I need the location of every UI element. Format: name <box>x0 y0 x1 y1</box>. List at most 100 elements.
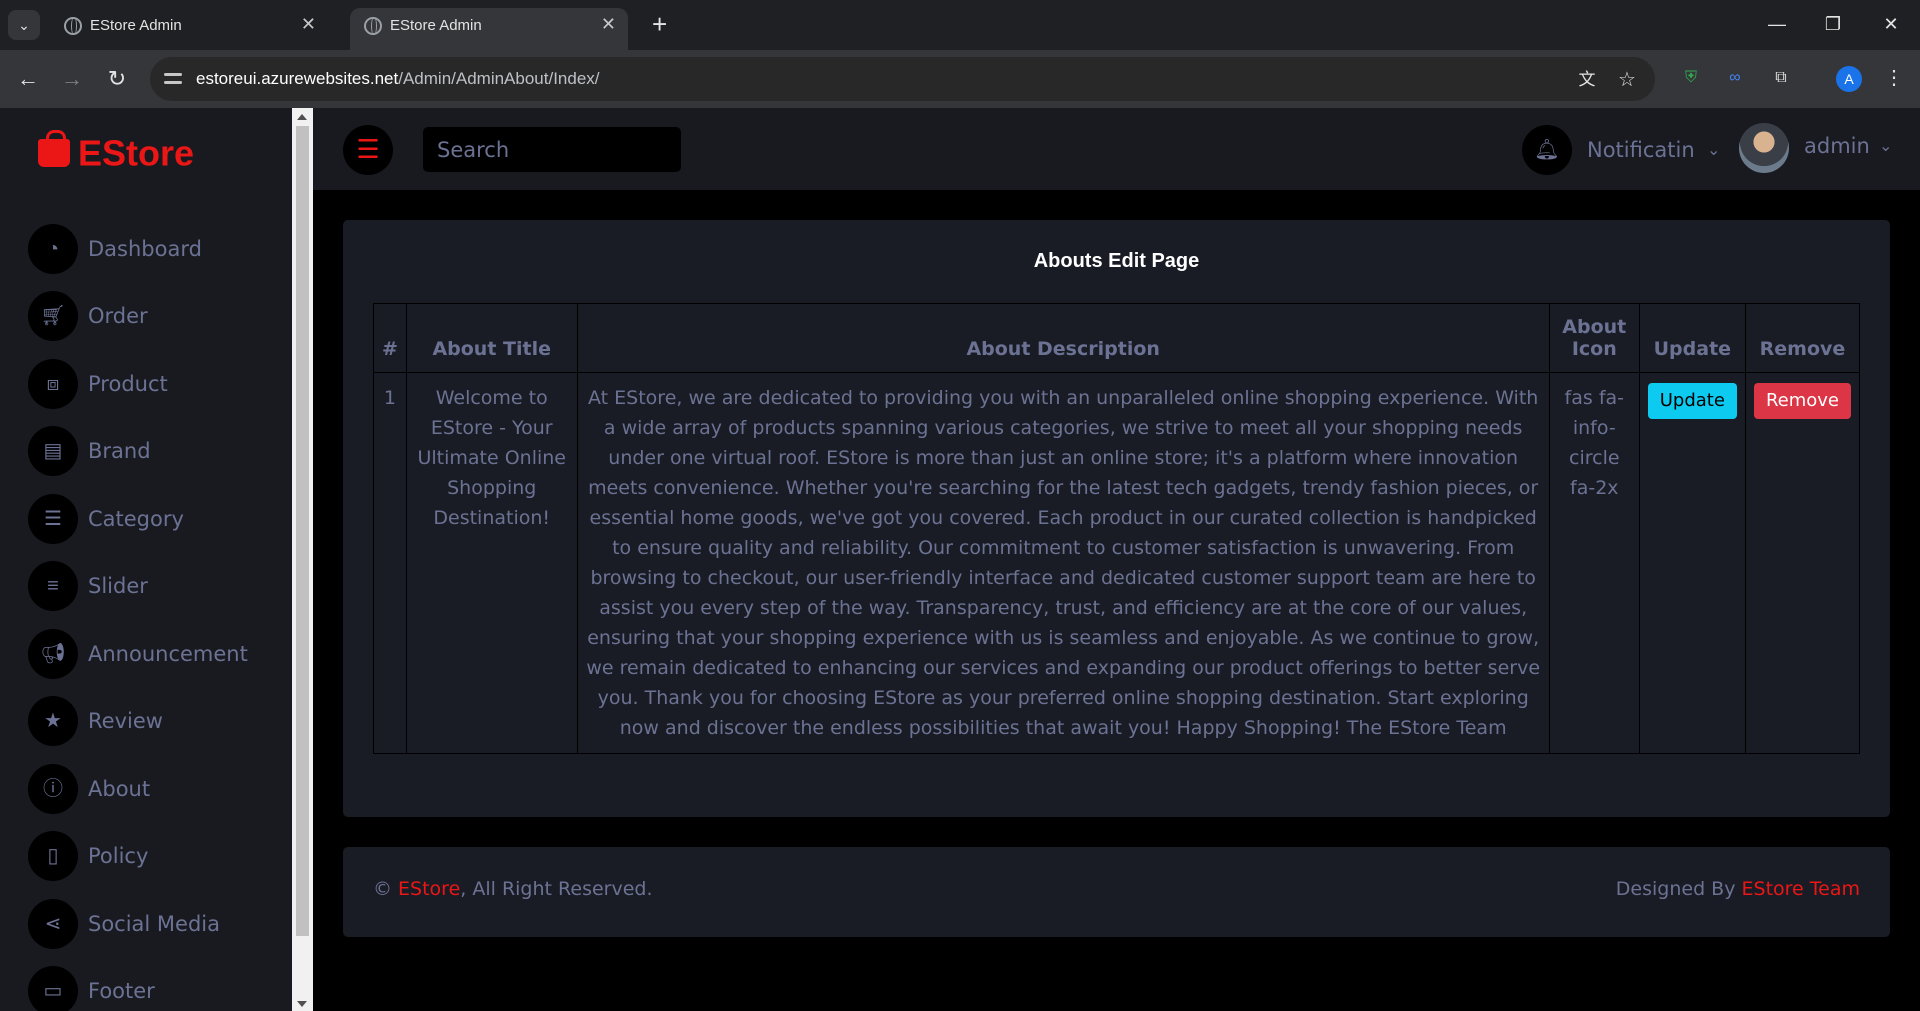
sidebar-item-brand[interactable]: ▤ Brand <box>28 426 278 476</box>
restore-button[interactable]: ❐ <box>1810 8 1856 40</box>
back-button[interactable]: ← <box>12 63 44 95</box>
globe-icon <box>64 17 82 35</box>
column-header-title: About Title <box>405 303 578 373</box>
shopping-bag-icon <box>38 130 70 167</box>
sidebar-item-review[interactable]: ★ Review <box>28 696 278 746</box>
column-header-description: About Description <box>576 303 1550 373</box>
file-icon: ▯ <box>28 831 78 881</box>
designed-by-text: Designed By <box>1615 878 1736 900</box>
browser-toolbar: ← → ↻ estoreui.azurewebsites.net/Admin/A… <box>0 50 1920 108</box>
bookmark-star-icon[interactable]: ☆ <box>1614 67 1640 93</box>
chevron-down-icon: ⌄ <box>1879 138 1893 155</box>
infinity-extension-icon[interactable]: ∞ <box>1721 64 1749 92</box>
sidebar-item-order[interactable]: 🛒︎ Order <box>28 291 278 341</box>
sidebar-item-label: Category <box>88 507 184 531</box>
about-table: # About Title About Description About Ic… <box>373 303 1861 754</box>
sidebar-item-label: Social Media <box>88 912 221 936</box>
sidebar-item-about[interactable]: ⓘ About <box>28 764 278 814</box>
search-input[interactable] <box>423 127 681 172</box>
page-footer: © EStore, All Right Reserved. Designed B… <box>343 847 1890 937</box>
tab-title: EStore Admin <box>90 17 182 34</box>
close-tab-icon[interactable]: ✕ <box>301 14 316 35</box>
footer-team-link[interactable]: EStore Team <box>1742 878 1860 900</box>
sidebar-item-footer[interactable]: ▭ Footer <box>28 966 278 1011</box>
sidebar-item-label: Product <box>88 372 168 396</box>
sidebar-item-label: Footer <box>88 979 155 1003</box>
remove-button[interactable]: Remove <box>1753 383 1851 419</box>
sidebar-item-social-media[interactable]: ⋖ Social Media <box>28 899 278 949</box>
gauge-icon: ◔ <box>28 224 78 274</box>
url-text[interactable]: estoreui.azurewebsites.net/Admin/AdminAb… <box>196 69 600 89</box>
translate-icon[interactable]: 文 <box>1574 67 1600 93</box>
sidebar-item-label: About <box>88 777 151 801</box>
profile-avatar[interactable]: A <box>1836 66 1862 92</box>
table-row: 1 Welcome to EStore - Your Ultimate Onli… <box>373 372 1861 754</box>
page-title: Abouts Edit Page <box>1033 250 1200 272</box>
row-index: 1 <box>373 372 407 754</box>
footer-credits: Designed By EStore Team <box>1616 878 1860 900</box>
hamburger-menu-icon[interactable]: ☰ <box>343 125 393 175</box>
sidebar-item-label: Review <box>88 709 163 733</box>
about-description-cell: At EStore, we are dedicated to providing… <box>576 372 1550 754</box>
minimize-button[interactable]: — <box>1754 8 1800 40</box>
sidebar-item-category[interactable]: ☰ Category <box>28 494 278 544</box>
abouts-card: Abouts Edit Page # About Title About Des… <box>343 220 1890 817</box>
forward-button[interactable]: → <box>56 63 88 95</box>
sidebar-item-label: Announcement <box>88 642 248 666</box>
scroll-up-arrow-icon[interactable] <box>297 114 307 120</box>
reload-button[interactable]: ↻ <box>101 63 133 95</box>
star-icon: ★ <box>28 696 78 746</box>
new-tab-button[interactable]: + <box>652 9 667 40</box>
avatar <box>1739 123 1789 173</box>
footer-brand-link[interactable]: EStore <box>398 878 460 900</box>
column-header-remove: Remove <box>1744 303 1861 373</box>
sidebar-item-product[interactable]: ⧈ Product <box>28 359 278 409</box>
browser-menu-icon[interactable]: ⋮ <box>1880 64 1908 92</box>
footer-rights-text: , All Right Reserved. <box>460 878 653 900</box>
extensions-puzzle-icon[interactable]: ⧉ <box>1767 64 1795 92</box>
url-host: estoreui.azurewebsites.net <box>196 69 399 88</box>
sliders-icon: ≡ <box>28 561 78 611</box>
address-bar[interactable]: estoreui.azurewebsites.net/Admin/AdminAb… <box>150 57 1655 101</box>
remove-cell: Remove <box>1744 372 1861 754</box>
megaphone-icon: 📢︎ <box>28 629 78 679</box>
browser-tab-1[interactable]: EStore Admin ✕ <box>50 8 328 50</box>
sidebar-item-label: Dashboard <box>88 237 202 261</box>
brand-name: EStore <box>78 132 195 174</box>
browser-tab-2[interactable]: EStore Admin ✕ <box>350 8 628 50</box>
update-button[interactable]: Update <box>1647 383 1737 419</box>
close-tab-icon[interactable]: ✕ <box>601 14 616 35</box>
scrollbar-thumb[interactable] <box>296 126 309 936</box>
sidebar-item-announcement[interactable]: 📢︎ Announcement <box>28 629 278 679</box>
site-info-icon[interactable] <box>164 70 182 88</box>
close-window-button[interactable]: ✕ <box>1868 8 1914 40</box>
browser-tabstrip: ⌄ EStore Admin ✕ EStore Admin ✕ + — ❐ ✕ <box>0 0 1920 50</box>
tab-title: EStore Admin <box>390 17 482 34</box>
tab-search-button[interactable]: ⌄ <box>8 10 40 40</box>
scroll-down-arrow-icon[interactable] <box>297 1001 307 1007</box>
cart-icon: 🛒︎ <box>28 291 78 341</box>
footer-copyright: © EStore, All Right Reserved. <box>373 878 653 900</box>
top-navbar: ☰ 🔔︎ Notificatin ⌄ admin ⌄ <box>313 108 1920 190</box>
update-cell: Update <box>1638 372 1746 754</box>
list-icon: ☰ <box>28 494 78 544</box>
user-name: admin <box>1804 134 1870 158</box>
sidebar-item-policy[interactable]: ▯ Policy <box>28 831 278 881</box>
cubes-icon: ⧈ <box>28 359 78 409</box>
sidebar: EStore ◔ Dashboard 🛒︎ Order ⧈ Product ▤ … <box>0 108 292 1011</box>
sidebar-item-slider[interactable]: ≡ Slider <box>28 561 278 611</box>
sidebar-scrollbar[interactable] <box>292 108 313 1011</box>
id-card-icon: ▭ <box>28 966 78 1011</box>
column-header-index: # <box>373 303 407 373</box>
share-icon: ⋖ <box>28 899 78 949</box>
book-icon: ▤ <box>28 426 78 476</box>
sidebar-item-dashboard[interactable]: ◔ Dashboard <box>28 224 278 274</box>
globe-icon <box>364 17 382 35</box>
notification-label: Notificatin <box>1587 138 1695 162</box>
url-path: /Admin/AdminAbout/Index/ <box>398 69 600 88</box>
shield-extension-icon[interactable]: ⛨ <box>1677 64 1705 92</box>
sidebar-item-label: Policy <box>88 844 149 868</box>
chevron-down-icon: ⌄ <box>1707 142 1721 159</box>
sidebar-item-label: Order <box>88 304 148 328</box>
brand-logo[interactable]: EStore <box>38 130 195 174</box>
